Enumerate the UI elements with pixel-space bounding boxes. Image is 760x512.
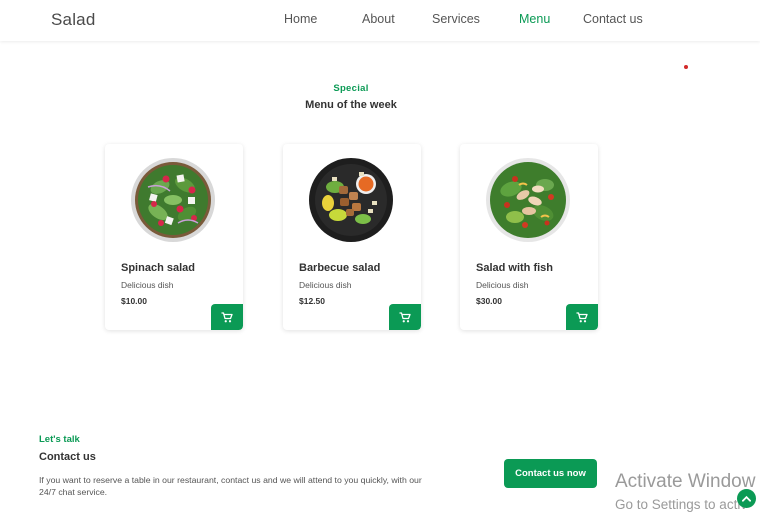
- fish-salad-image: [486, 158, 570, 242]
- cart-icon: [399, 311, 411, 322]
- scroll-to-top-button[interactable]: [737, 489, 756, 508]
- nav-about[interactable]: About: [362, 12, 395, 26]
- contact-subtitle: Let's talk: [39, 434, 80, 445]
- menu-card-fish: Salad with fish Delicious dish $30.00: [460, 144, 598, 330]
- dish-name: Salad with fish: [476, 262, 554, 274]
- add-to-cart-button[interactable]: [566, 304, 598, 330]
- site-logo[interactable]: Salad: [51, 10, 95, 30]
- nav-home[interactable]: Home: [284, 12, 317, 26]
- contact-us-now-button[interactable]: Contact us now: [504, 459, 597, 488]
- chevron-up-icon: [742, 495, 751, 502]
- nav-services[interactable]: Services: [432, 12, 480, 26]
- dish-price: $12.50: [299, 296, 325, 306]
- contact-text: If you want to reserve a table in our re…: [39, 475, 422, 497]
- decorative-dot: [684, 65, 688, 69]
- dish-price: $10.00: [121, 296, 147, 306]
- activation-watermark-title: Activate Window: [615, 471, 756, 492]
- dish-name: Barbecue salad: [299, 262, 381, 274]
- menu-card-barbecue: Barbecue salad Delicious dish $12.50: [283, 144, 421, 330]
- menu-card-spinach: Spinach salad Delicious dish $10.00: [105, 144, 243, 330]
- add-to-cart-button[interactable]: [211, 304, 243, 330]
- contact-title: Contact us: [39, 451, 96, 463]
- nav-contact[interactable]: Contact us: [583, 12, 643, 26]
- nav-menu[interactable]: Menu: [519, 12, 550, 26]
- dish-price: $30.00: [476, 296, 502, 306]
- barbecue-salad-image: [309, 158, 393, 242]
- activation-watermark-text: Go to Settings to activ: [615, 497, 748, 512]
- add-to-cart-button[interactable]: [389, 304, 421, 330]
- dish-description: Delicious dish: [476, 280, 529, 290]
- section-title: Menu of the week: [305, 99, 397, 111]
- dish-name: Spinach salad: [121, 262, 195, 274]
- cart-icon: [221, 311, 233, 322]
- dish-description: Delicious dish: [121, 280, 174, 290]
- spinach-salad-image: [131, 158, 215, 242]
- section-subtitle: Special: [333, 83, 369, 94]
- dish-description: Delicious dish: [299, 280, 352, 290]
- site-header: Salad Home About Services Menu Contact u…: [0, 0, 760, 41]
- cart-icon: [576, 311, 588, 322]
